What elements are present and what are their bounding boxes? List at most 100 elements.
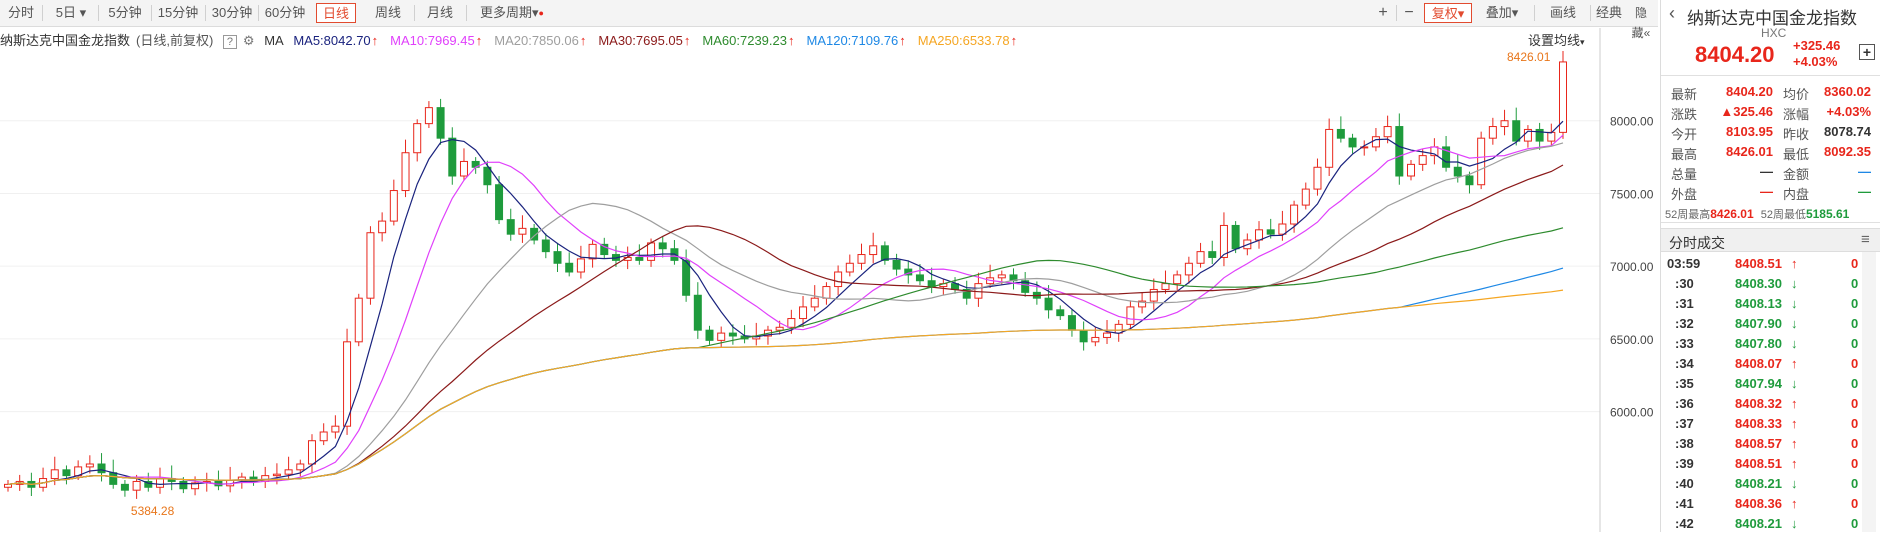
zoom-in-button[interactable]: + [1372, 3, 1394, 23]
candle-body [1266, 229, 1275, 235]
trade-price: 8408.33 [1735, 416, 1782, 431]
candle-body [1453, 166, 1462, 177]
y-tick-label: 7000.00 [1610, 260, 1654, 274]
arrow-down-icon: ↓ [1791, 336, 1798, 351]
back-arrow-icon[interactable]: ‹ [1669, 3, 1675, 24]
quote-label: 昨收 [1783, 127, 1810, 142]
candle-body [1044, 297, 1053, 311]
quote-label: 外盘 [1671, 187, 1698, 202]
y-tick-label: 6000.00 [1610, 406, 1654, 420]
last-price: 8404.20 [1695, 42, 1775, 67]
candle-body [576, 258, 585, 273]
week52-high-label: 52周最高 [1665, 209, 1711, 221]
candle-body [179, 480, 188, 490]
period-tab-daily[interactable]: 日线 [316, 3, 356, 23]
quote-value: 8092.35 [1824, 144, 1871, 159]
trade-price: 8408.36 [1735, 496, 1782, 511]
candle-body [1091, 336, 1100, 343]
quote-label: 最低 [1783, 147, 1810, 162]
zoom-out-button[interactable]: − [1398, 3, 1420, 23]
trade-volume: 0 [1851, 336, 1859, 351]
trade-price: 8408.21 [1735, 476, 1782, 491]
candle-body [1219, 224, 1228, 258]
candlestick-chart[interactable]: 8000.00 7500.00 7000.00 6500.00 6000.00 8426.… [0, 28, 1658, 532]
candle-body [915, 274, 924, 282]
trade-price: 8408.57 [1735, 436, 1782, 451]
trade-time: :39 [1675, 456, 1694, 471]
hide-button[interactable]: 隐藏« [1626, 3, 1656, 40]
more-periods-dropdown[interactable]: 更多周期▾● [472, 3, 552, 23]
draw-line-button[interactable]: 画线 [1538, 3, 1588, 23]
trade-row: :39 8408.51 ↑ 0 [1661, 456, 1867, 476]
candle-body [1184, 262, 1193, 276]
arrow-up-icon: ↑ [1791, 396, 1798, 411]
quote-label: 均价 [1783, 87, 1810, 102]
candle-body [97, 463, 106, 474]
period-tab-fenshi[interactable]: 分时 [4, 3, 38, 23]
quote-label: 内盘 [1783, 187, 1810, 202]
candle-body [541, 239, 550, 253]
overlay-dropdown[interactable]: 叠加▾ [1478, 3, 1526, 23]
trade-row: :41 8408.36 ↑ 0 [1661, 496, 1867, 516]
scrollbar[interactable] [1862, 252, 1876, 532]
trade-volume: 0 [1851, 356, 1859, 371]
candle-body [389, 190, 398, 222]
quote-value: — [1858, 184, 1871, 199]
trade-row: 03:59 8408.51 ↑ 0 [1661, 256, 1867, 276]
candle-body [869, 245, 878, 256]
trade-time: 03:59 [1667, 256, 1701, 271]
candle-body [1336, 128, 1345, 139]
arrow-down-icon: ↓ [1791, 296, 1798, 311]
add-watchlist-button[interactable]: + [1859, 44, 1875, 60]
adjust-dropdown[interactable]: 复权▾ [1424, 3, 1472, 23]
period-5day-label: 5日 [55, 5, 77, 20]
candle-body [728, 332, 737, 337]
quote-label: 今开 [1671, 127, 1698, 142]
quote-value: 8078.74 [1824, 124, 1871, 139]
period-tab-15min[interactable]: 15分钟 [153, 3, 203, 23]
ma-line [7, 134, 1564, 486]
ma-line [7, 289, 1564, 486]
chevron-down-icon: ▾ [1457, 6, 1465, 21]
y-tick-label: 8000.00 [1610, 115, 1654, 129]
period-tab-weekly[interactable]: 周线 [368, 3, 408, 23]
trade-price: 8407.94 [1735, 376, 1782, 391]
period-tab-monthly[interactable]: 月线 [420, 3, 460, 23]
candle-body [296, 463, 305, 471]
quote-value: — [1858, 164, 1871, 179]
trade-row: :31 8408.13 ↓ 0 [1661, 296, 1867, 316]
arrow-down-icon: ↓ [1791, 476, 1798, 491]
week52-block: 52周最高8426.01 52周最低5185.61 [1665, 206, 1879, 222]
candle-body [120, 483, 129, 491]
candle-body [1231, 224, 1240, 250]
candle-body [717, 332, 726, 341]
candle-body [822, 286, 831, 299]
week52-low-value: 5185.61 [1805, 207, 1850, 221]
trade-time: :42 [1675, 516, 1694, 531]
candle-body [997, 274, 1006, 279]
period-tab-5day[interactable]: 5日 ▾ [48, 3, 94, 23]
trade-price: 8408.51 [1735, 256, 1782, 271]
trade-time: :38 [1675, 436, 1694, 451]
quote-label: 总量 [1671, 167, 1698, 182]
trade-volume: 0 [1851, 296, 1859, 311]
arrow-up-icon: ↑ [1791, 416, 1798, 431]
candle-body [424, 107, 433, 125]
candle-body [775, 326, 784, 331]
candle-body [495, 184, 504, 221]
candle-body [1395, 126, 1404, 177]
quote-value: — [1760, 164, 1773, 179]
quote-value: — [1760, 184, 1773, 199]
candle-body [658, 242, 667, 250]
overlay-label: 叠加 [1485, 5, 1512, 20]
trade-price: 8407.90 [1735, 316, 1782, 331]
period-tab-60min[interactable]: 60分钟 [260, 3, 310, 23]
period-tab-5min[interactable]: 5分钟 [102, 3, 148, 23]
candle-body [647, 242, 656, 261]
candle-body [682, 259, 691, 296]
list-menu-icon[interactable]: ≡ [1861, 231, 1870, 248]
classic-button[interactable]: 经典 [1592, 3, 1626, 23]
period-tab-30min[interactable]: 30分钟 [207, 3, 257, 23]
candle-body [834, 271, 843, 288]
trade-volume: 0 [1851, 416, 1859, 431]
